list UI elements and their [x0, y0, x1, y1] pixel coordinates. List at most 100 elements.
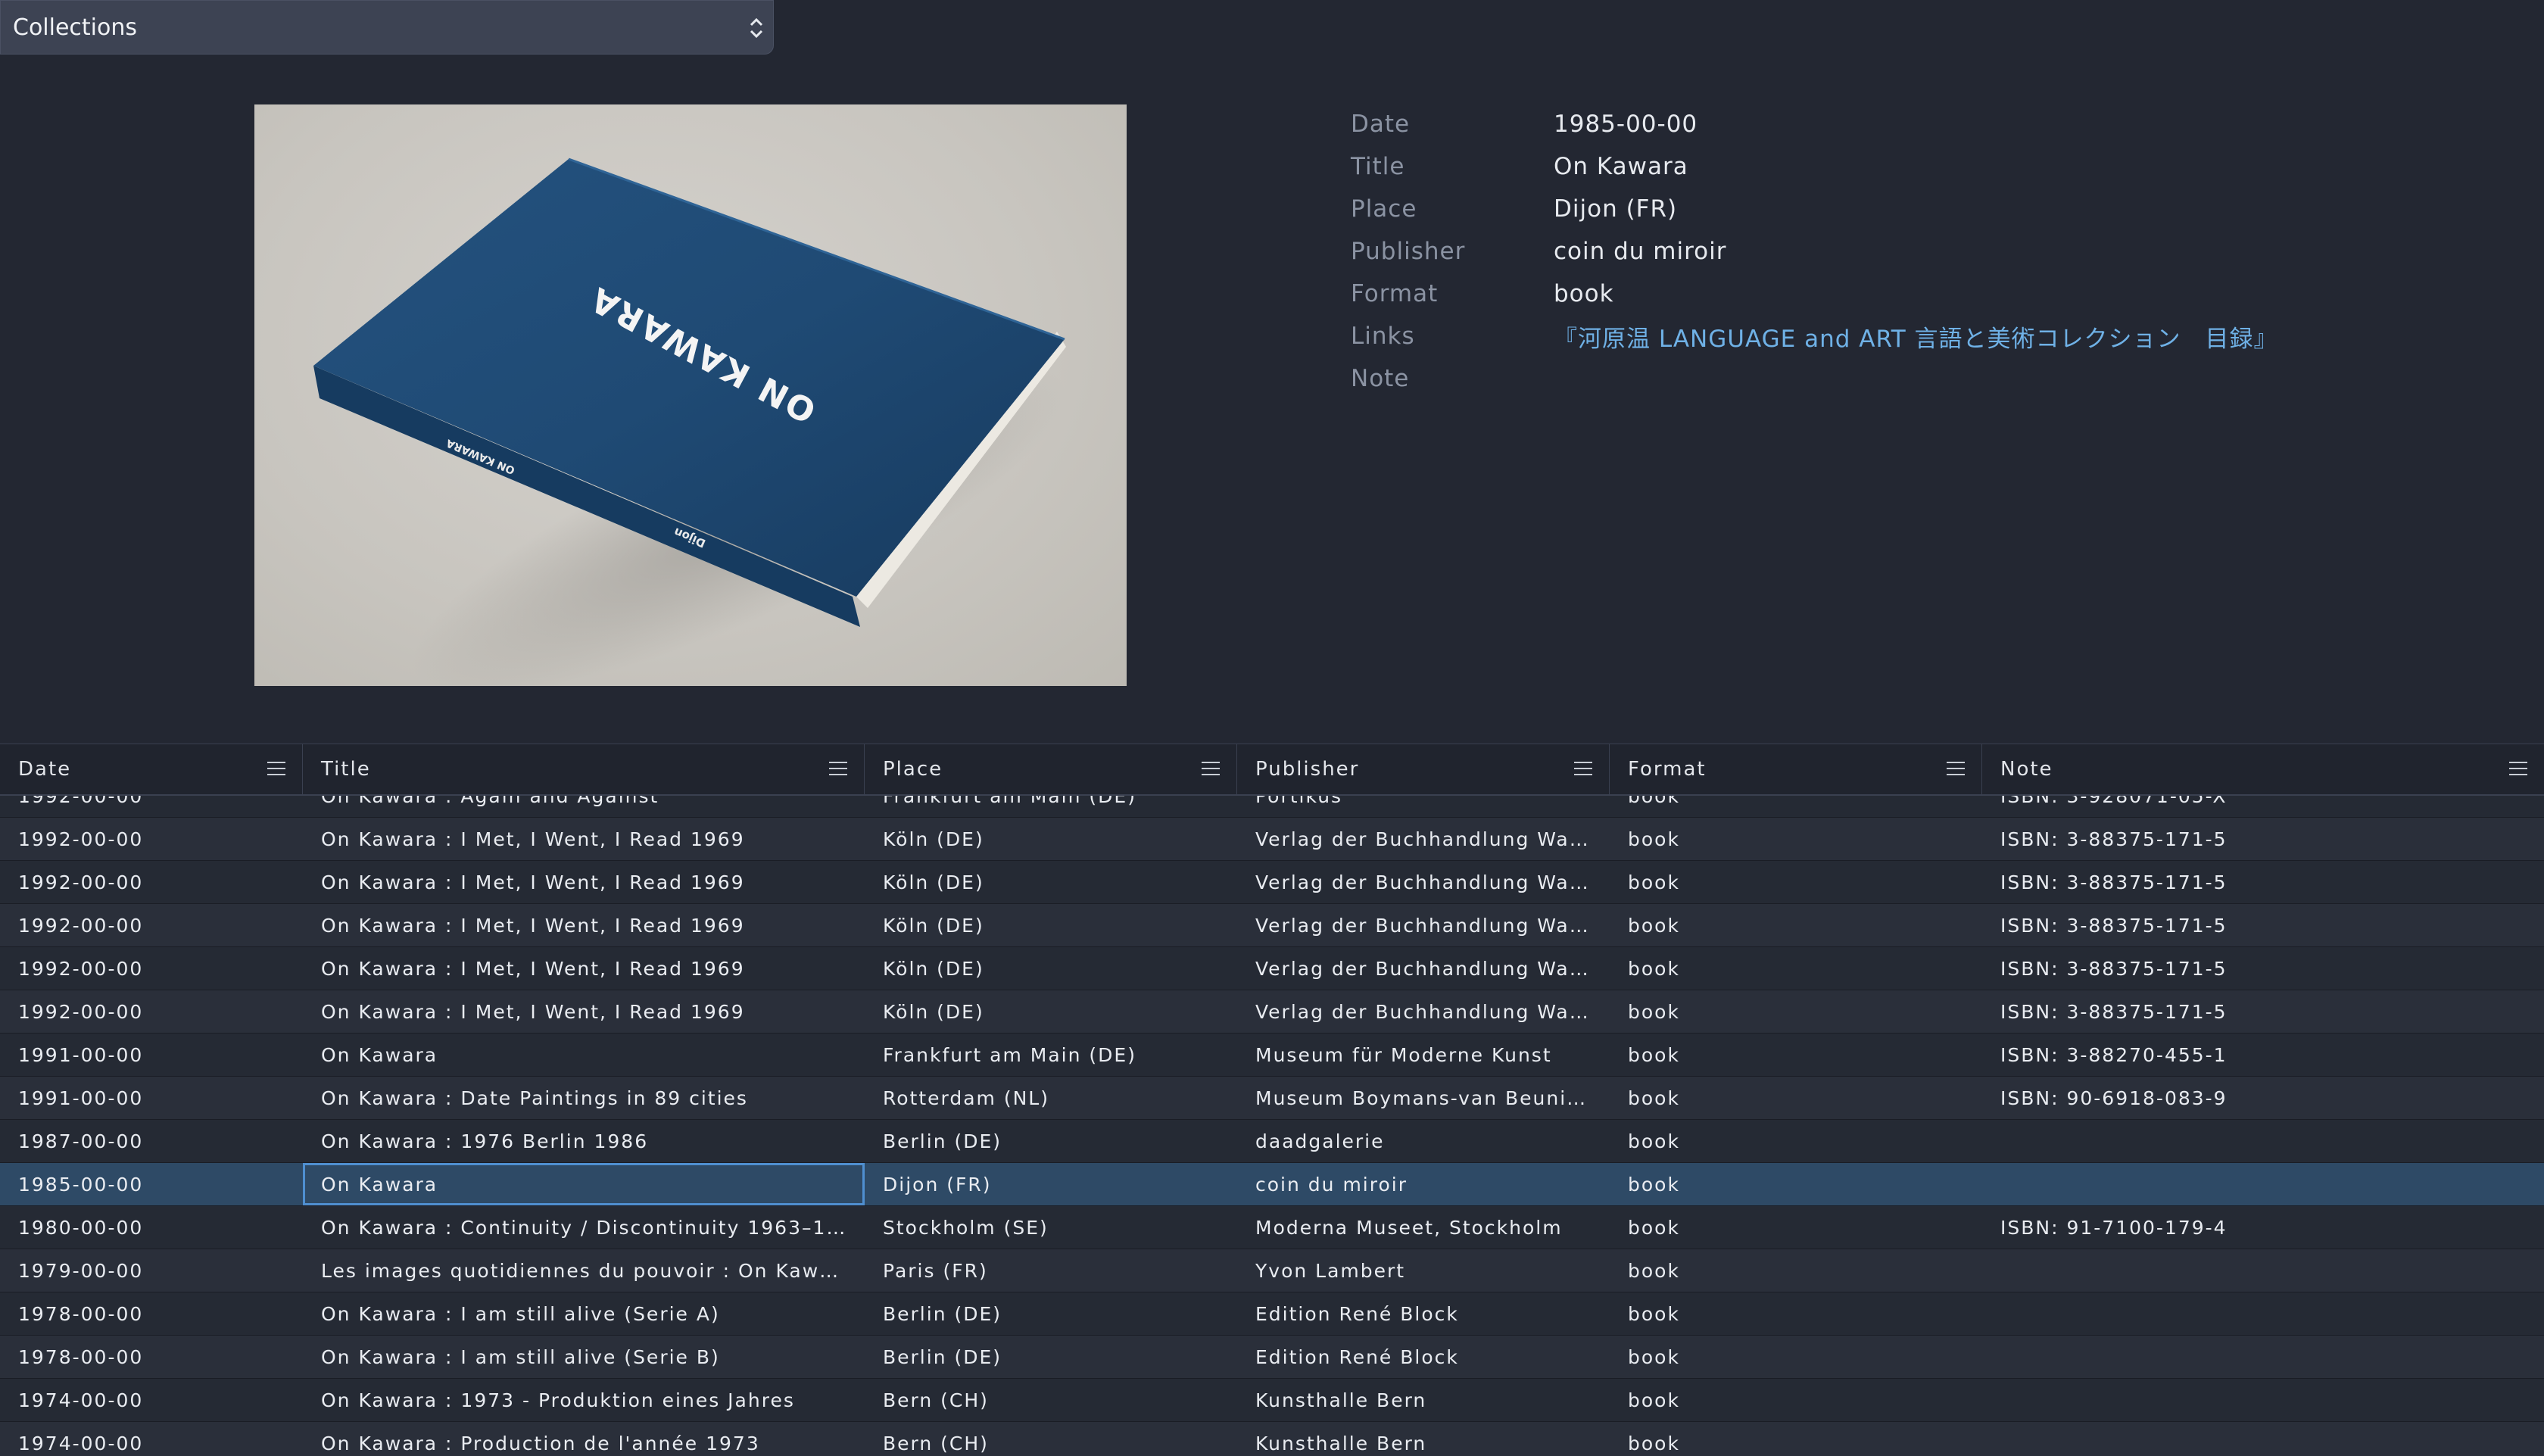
cell-note[interactable]: ISBN: 91-7100-179-4	[1982, 1206, 2544, 1249]
cell-date[interactable]: 1992-00-00	[0, 947, 303, 990]
cell-publisher[interactable]: Museum Boymans-van Beuningen	[1237, 1077, 1610, 1119]
cell-place[interactable]: Stockholm (SE)	[865, 1206, 1237, 1249]
cell-note[interactable]	[1982, 1163, 2544, 1205]
cell-publisher[interactable]: Museum für Moderne Kunst	[1237, 1034, 1610, 1076]
cell-format[interactable]: book	[1610, 1249, 1982, 1292]
column-header-date[interactable]: Date	[0, 744, 303, 794]
cell-date[interactable]: 1991-00-00	[0, 1034, 303, 1076]
cell-title[interactable]: On Kawara : 1976 Berlin 1986	[303, 1120, 865, 1162]
cell-note[interactable]: ISBN: 90-6918-083-9	[1982, 1077, 2544, 1119]
cell-publisher[interactable]: Yvon Lambert	[1237, 1249, 1610, 1292]
column-header-title[interactable]: Title	[303, 744, 865, 794]
cell-publisher[interactable]: coin du miroir	[1237, 1163, 1610, 1205]
cell-format[interactable]: book	[1610, 904, 1982, 946]
table-row[interactable]: 1987-00-00 On Kawara : 1976 Berlin 1986 Be…	[0, 1120, 2544, 1163]
table-row[interactable]: 1992-00-00 On Kawara : I Met, I Went, I R…	[0, 990, 2544, 1034]
cell-place[interactable]: Köln (DE)	[865, 818, 1237, 860]
cell-publisher[interactable]: daadgalerie	[1237, 1120, 1610, 1162]
catalog-link[interactable]: 『河原温 LANGUAGE and ART 言語と美術コレクション 目録』	[1554, 320, 2278, 354]
cell-date[interactable]: 1980-00-00	[0, 1206, 303, 1249]
cell-date[interactable]: 1992-00-00	[0, 990, 303, 1033]
table-row[interactable]: 1991-00-00 On Kawara Frankfurt am Main (DE…	[0, 1034, 2544, 1077]
cell-place[interactable]: Berlin (DE)	[865, 1336, 1237, 1378]
cell-place[interactable]: Köln (DE)	[865, 990, 1237, 1033]
column-menu-icon[interactable]	[2509, 762, 2527, 777]
cell-date[interactable]: 1974-00-00	[0, 1379, 303, 1421]
cell-place[interactable]: Berlin (DE)	[865, 1292, 1237, 1335]
table-row[interactable]: 1992-00-00 On Kawara : I Met, I Went, I R…	[0, 861, 2544, 904]
table-row[interactable]: 1992-00-00 On Kawara : I Met, I Went, I R…	[0, 947, 2544, 990]
column-header-place[interactable]: Place	[865, 744, 1237, 794]
table-row[interactable]: 1992-00-00 On Kawara : I Met, I Went, I R…	[0, 818, 2544, 861]
column-header-publisher[interactable]: Publisher	[1237, 744, 1610, 794]
cell-publisher[interactable]: Verlag der Buchhandlung Walthe…	[1237, 861, 1610, 903]
table-row[interactable]: 1978-00-00 On Kawara : I am still alive (…	[0, 1336, 2544, 1379]
table-row-selected[interactable]: 1985-00-00 On Kawara Dijon (FR) coin du mir…	[0, 1163, 2544, 1206]
cell-publisher[interactable]: Edition René Block	[1237, 1292, 1610, 1335]
cell-note[interactable]: ISBN: 3-88375-171-5	[1982, 818, 2544, 860]
cell-format[interactable]: book	[1610, 1336, 1982, 1378]
cell-note[interactable]	[1982, 1422, 2544, 1456]
cell-date[interactable]: 1974-00-00	[0, 1422, 303, 1456]
cell-publisher[interactable]: Kunsthalle Bern	[1237, 1379, 1610, 1421]
cell-note[interactable]: ISBN: 3-88375-171-5	[1982, 947, 2544, 990]
cell-note[interactable]	[1982, 1292, 2544, 1335]
table-row[interactable]: 1980-00-00 On Kawara : Continuity / Disco…	[0, 1206, 2544, 1249]
cell-format[interactable]: book	[1610, 1163, 1982, 1205]
cell-note[interactable]	[1982, 1249, 2544, 1292]
cell-format[interactable]: book	[1610, 861, 1982, 903]
cell-note[interactable]	[1982, 1379, 2544, 1421]
table-row[interactable]: 1991-00-00 On Kawara : Date Paintings in …	[0, 1077, 2544, 1120]
cell-place[interactable]: Frankfurt am Main (DE)	[865, 1034, 1237, 1076]
cell-publisher[interactable]: Verlag der Buchhandlung Walthe…	[1237, 990, 1610, 1033]
cell-title[interactable]: On Kawara : 1973 - Produktion eines Jahr…	[303, 1379, 865, 1421]
collections-select[interactable]: Collections	[0, 0, 774, 55]
cell-publisher[interactable]: Kunsthalle Bern	[1237, 1422, 1610, 1456]
cell-place[interactable]: Bern (CH)	[865, 1422, 1237, 1456]
cell-place[interactable]: Bern (CH)	[865, 1379, 1237, 1421]
column-header-format[interactable]: Format	[1610, 744, 1982, 794]
cell-publisher[interactable]: Moderna Museet, Stockholm	[1237, 1206, 1610, 1249]
cell-place[interactable]: Rotterdam (NL)	[865, 1077, 1237, 1119]
cell-format[interactable]: book	[1610, 1206, 1982, 1249]
column-header-note[interactable]: Note	[1982, 744, 2544, 794]
cell-format[interactable]: book	[1610, 1292, 1982, 1335]
cell-note[interactable]: ISBN: 3-88375-171-5	[1982, 990, 2544, 1033]
cell-publisher[interactable]: Verlag der Buchhandlung Walthe…	[1237, 947, 1610, 990]
cell-date[interactable]: 1985-00-00	[0, 1163, 303, 1205]
cell-publisher[interactable]: Verlag der Buchhandlung Walthe…	[1237, 818, 1610, 860]
cell-publisher[interactable]: Verlag der Buchhandlung Walthe…	[1237, 904, 1610, 946]
cell-title[interactable]: On Kawara	[303, 1163, 865, 1205]
cell-title[interactable]: On Kawara : Production de l'année 1973	[303, 1422, 865, 1456]
cell-date[interactable]: 1992-00-00	[0, 904, 303, 946]
cell-format[interactable]: book	[1610, 818, 1982, 860]
cell-note[interactable]	[1982, 1336, 2544, 1378]
cell-title[interactable]: On Kawara : Date Paintings in 89 cities	[303, 1077, 865, 1119]
table-row[interactable]: 1978-00-00 On Kawara : I am still alive (…	[0, 1292, 2544, 1336]
cell-publisher[interactable]: Edition René Block	[1237, 1336, 1610, 1378]
cell-date[interactable]: 1979-00-00	[0, 1249, 303, 1292]
cell-note[interactable]: ISBN: 3-88375-171-5	[1982, 861, 2544, 903]
cell-title[interactable]: Les images quotidiennes du pouvoir : On …	[303, 1249, 865, 1292]
cell-title[interactable]: On Kawara : I Met, I Went, I Read 1969	[303, 818, 865, 860]
column-menu-icon[interactable]	[1202, 762, 1220, 777]
table-row[interactable]: 1992-00-00 On Kawara : I Met, I Went, I R…	[0, 904, 2544, 947]
cell-place[interactable]: Paris (FR)	[865, 1249, 1237, 1292]
cell-format[interactable]: book	[1610, 1422, 1982, 1456]
cell-title[interactable]: On Kawara	[303, 1034, 865, 1076]
cell-title[interactable]: On Kawara : Continuity / Discontinuity 1…	[303, 1206, 865, 1249]
cell-note[interactable]: ISBN: 3-88375-171-5	[1982, 904, 2544, 946]
cell-note[interactable]	[1982, 1120, 2544, 1162]
cell-place[interactable]: Berlin (DE)	[865, 1120, 1237, 1162]
cell-title[interactable]: On Kawara : I am still alive (Serie A)	[303, 1292, 865, 1335]
cell-format[interactable]: book	[1610, 1120, 1982, 1162]
cell-place[interactable]: Köln (DE)	[865, 861, 1237, 903]
cell-format[interactable]: book	[1610, 947, 1982, 990]
cell-title[interactable]: On Kawara : I Met, I Went, I Read 1969	[303, 990, 865, 1033]
cell-format[interactable]: book	[1610, 1034, 1982, 1076]
cell-title[interactable]: On Kawara : I am still alive (Serie B)	[303, 1336, 865, 1378]
table-row[interactable]: 1974-00-00 On Kawara : Production de l'an…	[0, 1422, 2544, 1456]
cell-place[interactable]: Köln (DE)	[865, 947, 1237, 990]
cell-note[interactable]: ISBN: 3-88270-455-1	[1982, 1034, 2544, 1076]
table-row[interactable]: 1974-00-00 On Kawara : 1973 - Produktion …	[0, 1379, 2544, 1422]
